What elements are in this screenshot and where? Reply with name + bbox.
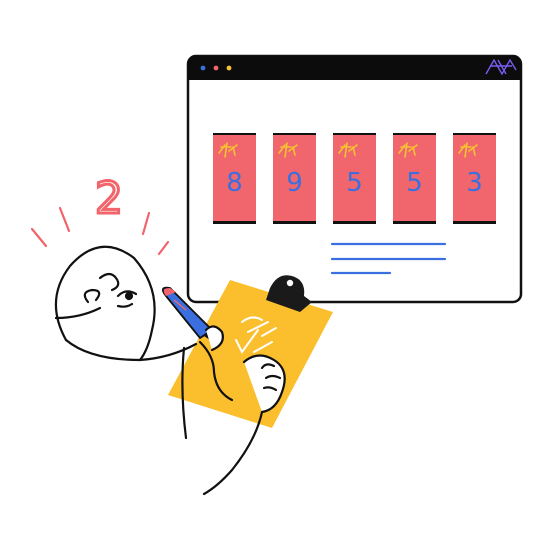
illustration-svg: 8 9 5 5 3 2: [30, 54, 523, 496]
character-cheek-line: [54, 306, 102, 320]
card-digit: 3: [466, 168, 483, 198]
illustration-stage: 8 9 5 5 3 2: [0, 0, 552, 552]
browser-window: 8 9 5 5 3: [186, 54, 523, 304]
card-shadow: [393, 221, 436, 224]
card-digit: 8: [226, 168, 243, 198]
browser-title-bar: [188, 56, 521, 80]
character-eyebrow: [116, 302, 134, 308]
window-dot-yellow[interactable]: [226, 65, 232, 71]
character-ear: [83, 288, 101, 304]
window-dot-red[interactable]: [213, 65, 219, 71]
card-shadow: [213, 221, 256, 224]
floating-number: 2: [95, 173, 123, 224]
window-dot-blue[interactable]: [200, 65, 206, 71]
card-digit: 9: [286, 168, 303, 198]
character-neck: [64, 338, 198, 362]
card-row: 8 9 5 5 3: [213, 133, 496, 224]
card-digit: 5: [346, 168, 363, 198]
character-body-right: [202, 410, 264, 496]
card-5[interactable]: 3: [453, 133, 496, 224]
card-4[interactable]: 5: [393, 133, 436, 224]
card-3[interactable]: 5: [333, 133, 376, 224]
card-shadow: [333, 221, 376, 224]
character-pupil: [124, 291, 134, 301]
card-2[interactable]: 9: [273, 133, 316, 224]
card-digit: 5: [406, 168, 423, 198]
card-shadow: [273, 221, 316, 224]
card-1[interactable]: 8: [213, 133, 256, 224]
card-shadow: [453, 221, 496, 224]
character-ear-swirl: [98, 272, 120, 292]
